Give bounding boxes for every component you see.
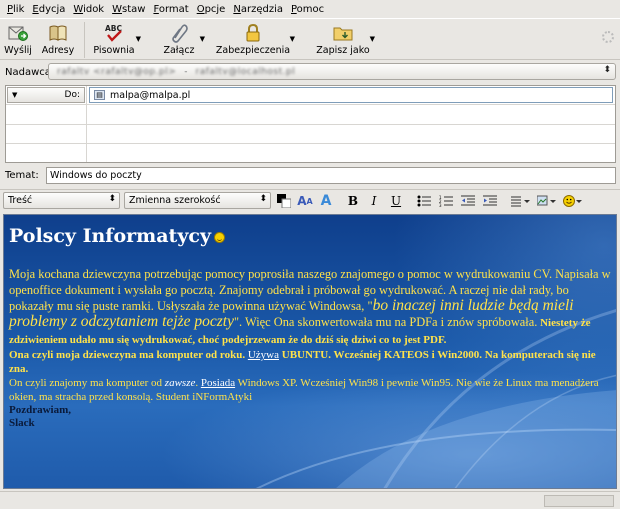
recipient-address: malpa@malpa.pl — [110, 89, 191, 101]
paragraph-3: On czyli znajomy ma komputer od zawsze. … — [9, 377, 599, 403]
from-select[interactable]: rafaltv <rafaltv@op.pl> - rafaltv@localh… — [48, 63, 616, 80]
recipient-type-select[interactable]: ▼ Do: — [7, 87, 85, 103]
recipients-list: ▼ Do: ▤ malpa@malpa.pl — [5, 85, 616, 163]
folder-save-icon — [332, 22, 354, 44]
updown-arrow-icon: ⬍ — [603, 65, 611, 75]
paperclip-icon — [168, 22, 190, 44]
svg-text:3: 3 — [439, 203, 442, 207]
format-toolbar: Treść ⬍ Zmienna szerokość ⬍ AA A B I U 1… — [0, 189, 620, 211]
address-book-icon — [47, 22, 69, 44]
recipient-type-label: Do: — [64, 90, 80, 100]
from-account: rafaltv@localhost.pl — [195, 66, 296, 77]
main-toolbar: Wyślij Adresy ABC Pisownia ▼ Załącz ▼ Za… — [0, 18, 620, 60]
menu-view[interactable]: Widok — [69, 4, 108, 15]
recipient-input[interactable]: ▤ malpa@malpa.pl — [89, 87, 613, 103]
insert-image-icon[interactable] — [536, 192, 558, 210]
row-divider — [6, 104, 615, 105]
toolbar-separator — [84, 22, 85, 58]
bold-button[interactable]: B — [345, 192, 361, 210]
spelling-button[interactable]: ABC Pisownia ▼ — [89, 19, 141, 61]
security-button[interactable]: Zabezpieczenia ▼ — [213, 19, 295, 61]
menu-bar: Plik Edycja Widok Wstaw Format Opcje Nar… — [0, 0, 620, 18]
updown-arrow-icon: ⬍ — [259, 194, 267, 204]
signature-greeting: Pozdrawiam, — [9, 404, 72, 416]
menu-options[interactable]: Opcje — [193, 4, 230, 15]
smiley-icon — [214, 232, 225, 243]
row-divider — [6, 143, 615, 144]
menu-format[interactable]: Format — [149, 4, 192, 15]
status-bar — [0, 491, 620, 509]
menu-tools[interactable]: Narzędzia — [229, 4, 287, 15]
menu-help[interactable]: Pomoc — [287, 4, 328, 15]
updown-arrow-icon: ⬍ — [108, 194, 116, 204]
message-text: Moja kochana dziewczyna potrzebując pomo… — [9, 266, 613, 430]
send-icon — [7, 22, 29, 44]
chevron-down-icon[interactable]: ▼ — [136, 35, 141, 43]
menu-file[interactable]: Plik — [3, 4, 28, 15]
throbber-icon — [602, 31, 614, 43]
from-label: Nadawca: — [5, 66, 55, 78]
contact-card-icon: ▤ — [94, 90, 105, 100]
menu-insert[interactable]: Wstaw — [108, 4, 149, 15]
from-value: rafaltv <rafaltv@op.pl> — [57, 66, 177, 77]
attach-button[interactable]: Załącz ▼ — [155, 19, 205, 61]
menu-edit[interactable]: Edycja — [28, 4, 69, 15]
spellcheck-icon: ABC — [103, 22, 125, 44]
signature-name: Slack — [9, 417, 35, 429]
indent-icon[interactable] — [482, 192, 498, 210]
italic-button[interactable]: I — [366, 192, 382, 210]
numbered-list-icon[interactable]: 123 — [438, 192, 454, 210]
text-color-icon[interactable] — [276, 192, 292, 210]
align-icon[interactable] — [510, 192, 532, 210]
message-heading: Polscy Informatycy — [9, 225, 225, 247]
addresses-button[interactable]: Adresy — [36, 19, 80, 61]
row-divider — [6, 124, 615, 125]
message-body-editor[interactable]: Polscy Informatycy Moja kochana dziewczy… — [3, 214, 617, 489]
lock-icon — [242, 22, 264, 44]
outdent-icon[interactable] — [460, 192, 476, 210]
subject-row: Temat: Windows do poczty — [0, 165, 620, 187]
send-button[interactable]: Wyślij — [0, 19, 36, 61]
font-select[interactable]: Zmienna szerokość ⬍ — [124, 192, 271, 209]
status-panel — [544, 495, 614, 507]
chevron-down-icon[interactable]: ▼ — [370, 35, 375, 43]
chevron-down-icon: ▼ — [12, 91, 18, 99]
underline-button[interactable]: U — [388, 192, 404, 210]
chevron-down-icon[interactable]: ▼ — [200, 35, 205, 43]
font-smaller-icon[interactable]: AA — [297, 192, 313, 210]
font-larger-icon[interactable]: A — [318, 192, 334, 210]
save-as-button[interactable]: Zapisz jako ▼ — [313, 19, 375, 61]
paragraph-2: Ona czyli moja dziewczyna ma komputer od… — [9, 349, 596, 375]
column-divider — [86, 86, 87, 162]
emoticon-icon[interactable] — [562, 192, 584, 210]
from-row: Nadawca: rafaltv <rafaltv@op.pl> - rafal… — [0, 61, 620, 83]
from-separator: - — [184, 66, 188, 77]
chevron-down-icon[interactable]: ▼ — [290, 35, 295, 43]
paragraph-style-select[interactable]: Treść ⬍ — [3, 192, 120, 209]
subject-label: Temat: — [5, 170, 39, 181]
subject-input[interactable]: Windows do poczty — [46, 167, 616, 184]
paragraph-1: Moja kochana dziewczyna potrzebując pomo… — [9, 267, 611, 346]
bullet-list-icon[interactable] — [416, 192, 432, 210]
